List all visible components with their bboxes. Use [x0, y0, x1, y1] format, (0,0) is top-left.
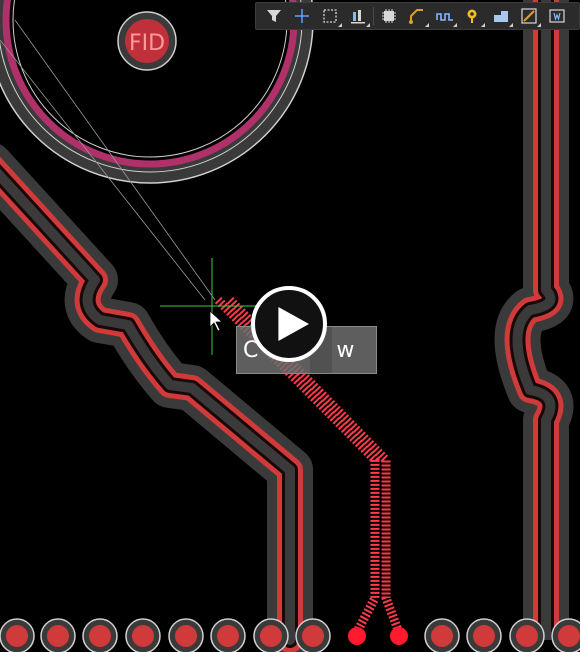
crosshair-add-icon[interactable] — [288, 3, 316, 29]
hint-right-text: w — [336, 337, 355, 363]
pad[interactable] — [125, 618, 161, 652]
pad[interactable] — [509, 618, 545, 652]
via-icon[interactable] — [459, 3, 487, 29]
pad[interactable] — [0, 618, 35, 652]
text-string-icon[interactable] — [543, 3, 571, 29]
filter-icon[interactable] — [260, 3, 288, 29]
pad[interactable] — [551, 618, 580, 652]
component-icon[interactable] — [375, 3, 403, 29]
pad[interactable] — [295, 618, 331, 652]
pad[interactable] — [168, 618, 204, 652]
pad[interactable] — [82, 618, 118, 652]
pad-selected[interactable] — [390, 627, 408, 645]
select-rect-icon[interactable] — [316, 3, 344, 29]
pad-selected[interactable] — [348, 627, 366, 645]
pad[interactable] — [253, 618, 289, 652]
play-icon — [278, 307, 309, 341]
video-play-button[interactable] — [251, 286, 327, 362]
fiducial-label: FID — [129, 31, 165, 56]
fill-region-icon[interactable] — [487, 3, 515, 29]
pad[interactable] — [40, 618, 76, 652]
route-diff-pair-icon[interactable] — [515, 3, 543, 29]
pad[interactable] — [466, 618, 502, 652]
toolbar-separator — [373, 7, 374, 25]
align-icon[interactable] — [344, 3, 372, 29]
pad[interactable] — [424, 618, 460, 652]
route-track-icon[interactable] — [403, 3, 431, 29]
interactive-length-tuning-icon[interactable] — [431, 3, 459, 29]
fiducial-marker[interactable]: FID — [117, 11, 177, 71]
active-bar-toolbar — [255, 2, 580, 30]
pad[interactable] — [210, 618, 246, 652]
